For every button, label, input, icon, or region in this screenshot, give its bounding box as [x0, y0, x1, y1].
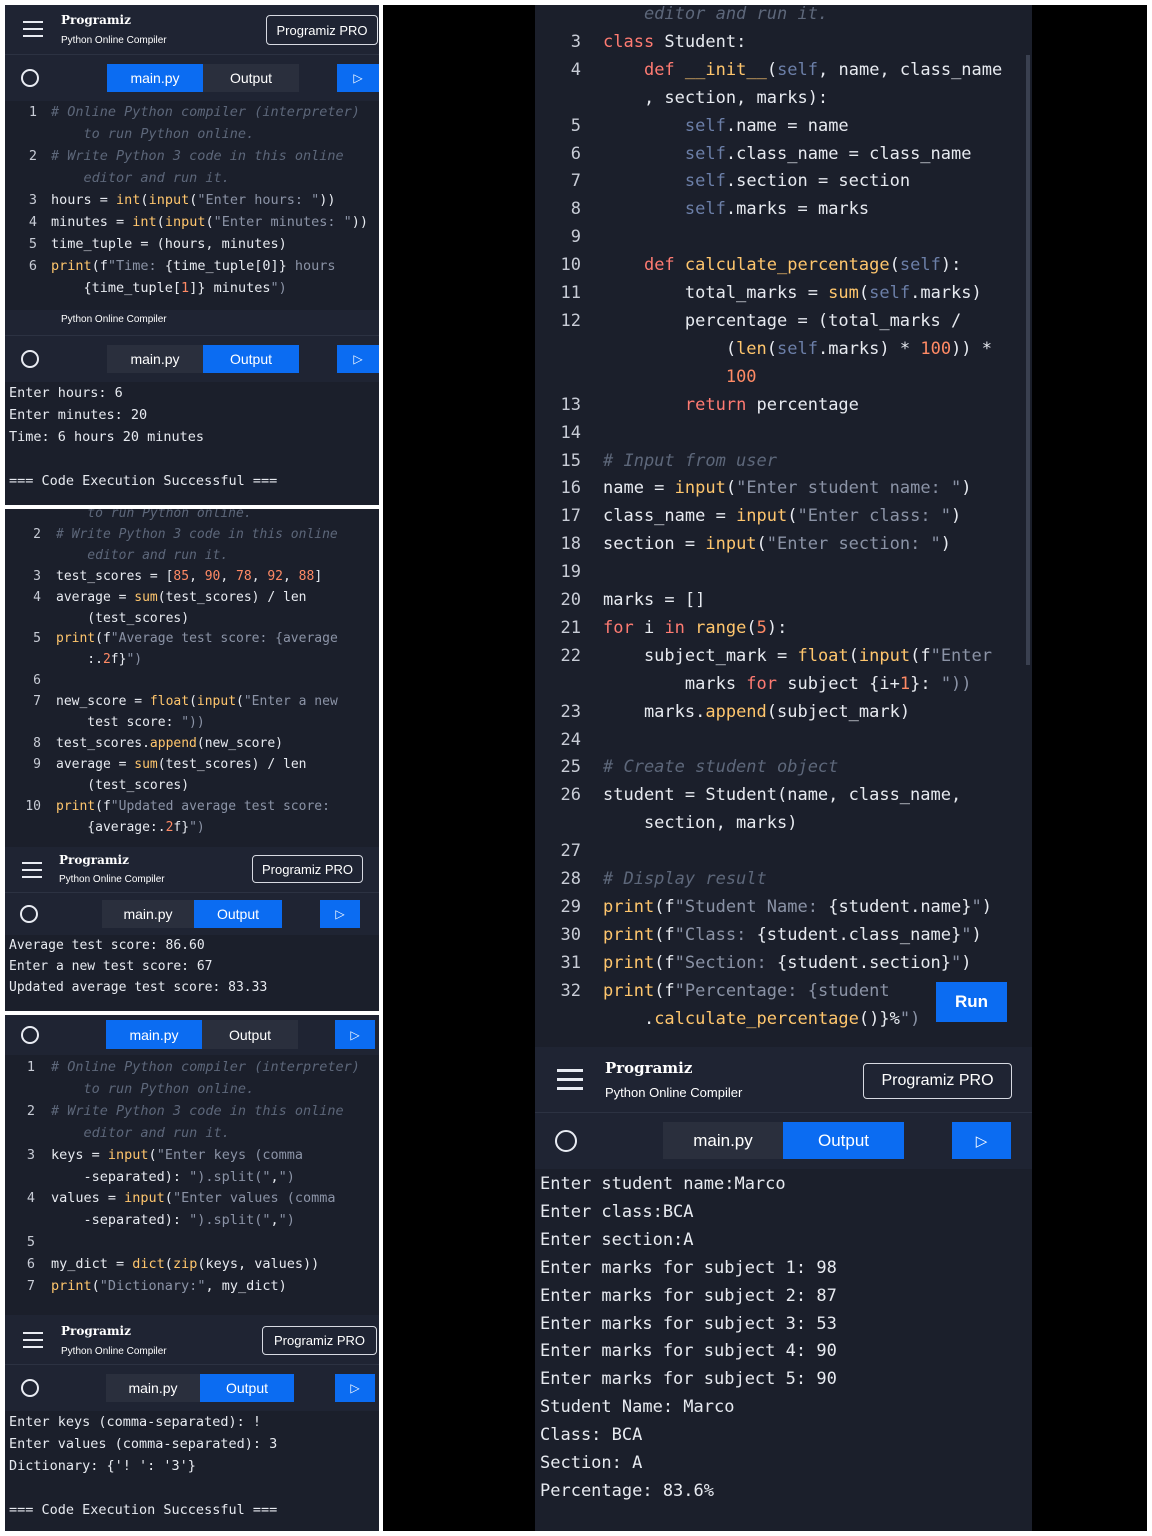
- tab-output[interactable]: Output: [194, 900, 282, 928]
- tab-bar: main.py Output ▷: [5, 55, 379, 101]
- editor-area: 34 5 6 7 8 9 10 11 12 13 14 15 16 17 18 19 20 21 22 23 24…: [535, 5, 1032, 1047]
- brand-logo: Programiz: [605, 1059, 693, 1077]
- programiz-pro-button[interactable]: Programiz PRO: [262, 1326, 377, 1355]
- output-console: Average test score: 86.60 Enter a new te…: [9, 938, 268, 995]
- theme-toggle-icon[interactable]: [21, 350, 39, 368]
- run-play-icon[interactable]: ▷: [335, 1020, 375, 1049]
- run-play-icon[interactable]: ▷: [337, 345, 379, 373]
- panel-student-editor: 34 5 6 7 8 9 10 11 12 13 14 15 16 17 18 19 20 21 22 23 24…: [383, 5, 1147, 1531]
- programiz-pro-button[interactable]: Programiz PRO: [266, 15, 378, 45]
- run-button[interactable]: Run: [936, 982, 1007, 1022]
- line-numbers: 1 2 3 4 567: [26, 1059, 35, 1295]
- tab-main-py[interactable]: main.py: [102, 900, 194, 928]
- tab-main-py[interactable]: main.py: [663, 1122, 783, 1159]
- tab-main-py[interactable]: main.py: [107, 345, 203, 373]
- line-numbers: 2 34 5 67 89 10: [25, 526, 41, 814]
- app-header: Programiz Python Online Compiler Program…: [5, 1315, 379, 1365]
- line-numbers: 1 2 3456: [28, 104, 37, 274]
- tab-output[interactable]: Output: [783, 1122, 904, 1159]
- panel-dict-editor: main.py Output ▷ 1 2 3 4 567 # Online Py…: [5, 1015, 379, 1531]
- output-console: Enter keys (comma-separated): ! Enter va…: [9, 1414, 278, 1518]
- code-editor[interactable]: to run Python online. # Write Python 3 c…: [56, 509, 338, 839]
- code-editor[interactable]: # Online Python compiler (interpreter) t…: [51, 101, 368, 299]
- brand-subtitle: Python Online Compiler: [61, 314, 167, 325]
- tab-bar-2: main.py Output ▷: [5, 1365, 379, 1411]
- run-play-icon[interactable]: ▷: [320, 900, 360, 928]
- tab-bar: main.py Output ▷: [535, 1113, 1032, 1169]
- menu-icon[interactable]: [22, 862, 42, 878]
- menu-icon[interactable]: [557, 1069, 583, 1090]
- panel-time-editor: Programiz Python Online Compiler Program…: [5, 5, 379, 505]
- tab-bar-2: main.py Output ▷: [5, 336, 379, 382]
- programiz-pro-button[interactable]: Programiz PRO: [863, 1063, 1012, 1099]
- panel-scores-editor: 2 34 5 67 89 10 to run Python online. # …: [5, 509, 379, 1011]
- run-play-icon[interactable]: ▷: [335, 1374, 375, 1402]
- tab-main-py[interactable]: main.py: [106, 1374, 200, 1402]
- tab-output[interactable]: Output: [202, 1020, 298, 1049]
- code-editor[interactable]: # Online Python compiler (interpreter) t…: [51, 1057, 360, 1298]
- tab-bar: main.py Output ▷: [5, 893, 379, 935]
- brand-logo: Programiz: [61, 1324, 131, 1338]
- editor-scrollbar[interactable]: [1026, 55, 1030, 665]
- tab-main-py[interactable]: main.py: [107, 64, 203, 92]
- brand-subtitle: Python Online Compiler: [61, 1346, 167, 1357]
- code-editor[interactable]: editor and run it. class Student: def __…: [603, 5, 1002, 1034]
- theme-toggle-icon[interactable]: [21, 69, 39, 87]
- run-play-icon[interactable]: ▷: [952, 1122, 1011, 1159]
- programiz-pro-button[interactable]: Programiz PRO: [252, 855, 363, 883]
- run-play-icon[interactable]: ▷: [337, 64, 379, 92]
- brand-logo: Programiz: [59, 853, 129, 867]
- brand-subtitle: Python Online Compiler: [61, 35, 167, 46]
- theme-toggle-icon[interactable]: [21, 1026, 39, 1044]
- theme-toggle-icon[interactable]: [555, 1130, 577, 1152]
- tab-bar: main.py Output ▷: [5, 1015, 379, 1055]
- tab-output[interactable]: Output: [203, 345, 299, 373]
- menu-icon[interactable]: [23, 21, 43, 37]
- theme-toggle-icon[interactable]: [20, 905, 38, 923]
- tab-output[interactable]: Output: [200, 1374, 294, 1402]
- menu-icon[interactable]: [23, 1332, 43, 1348]
- theme-toggle-icon[interactable]: [21, 1379, 39, 1397]
- brand-subtitle: Python Online Compiler: [59, 874, 165, 885]
- app-header-2: Python Online Compiler: [5, 310, 379, 336]
- tab-output[interactable]: Output: [203, 64, 299, 92]
- brand-subtitle: Python Online Compiler: [605, 1085, 743, 1100]
- output-area: Enter student name:Marco Enter class:BCA…: [535, 1169, 1032, 1531]
- output-console: Enter student name:Marco Enter class:BCA…: [540, 1174, 837, 1501]
- brand-logo: Programiz: [61, 13, 131, 27]
- app-header: Programiz Python Online Compiler Program…: [535, 1047, 1032, 1113]
- tab-main-py[interactable]: main.py: [106, 1020, 202, 1049]
- line-numbers: 34 5 6 7 8 9 10 11 12 13 14 15 16 17 18 19 20 21 22 23 24…: [560, 31, 581, 1001]
- app-header: Programiz Python Online Compiler Program…: [5, 5, 379, 55]
- app-header: Programiz Python Online Compiler Program…: [5, 847, 379, 893]
- output-console: Enter hours: 6 Enter minutes: 20 Time: 6…: [9, 385, 278, 489]
